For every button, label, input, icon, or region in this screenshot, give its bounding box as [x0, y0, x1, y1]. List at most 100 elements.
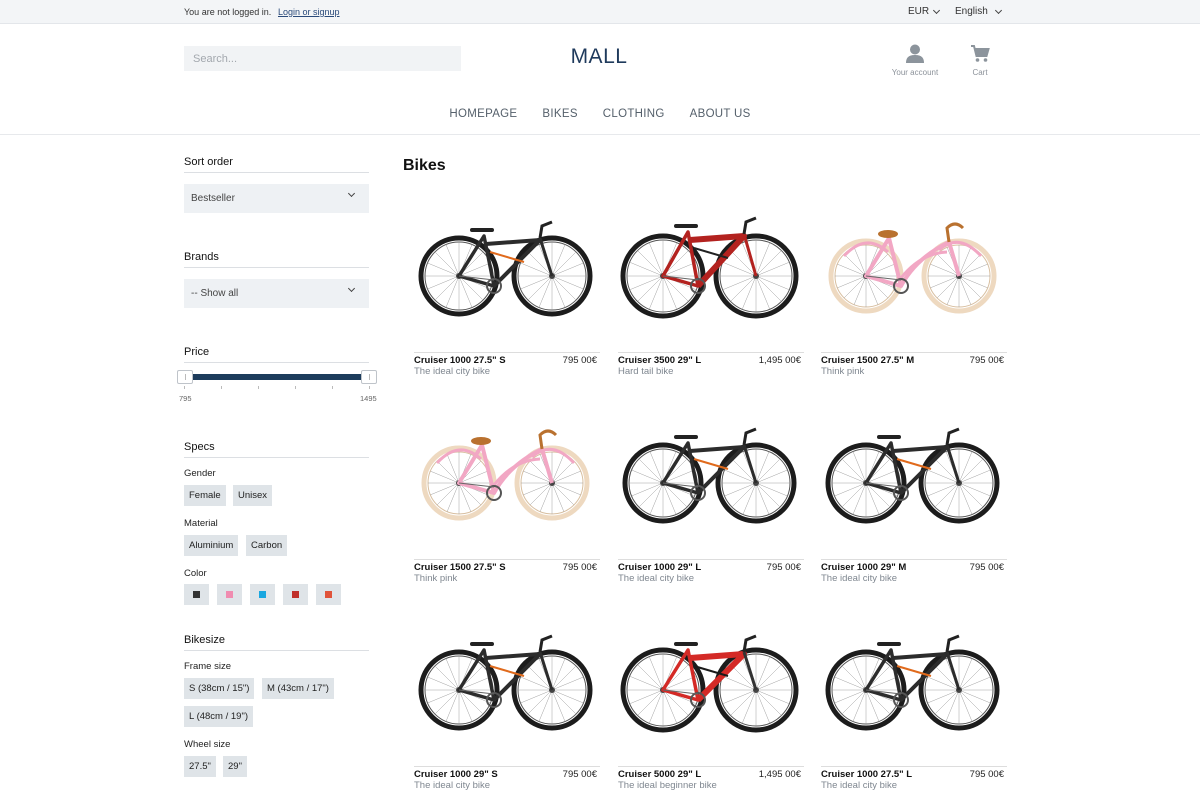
nav-bikes[interactable]: BIKES	[530, 108, 590, 120]
color-dot	[226, 591, 233, 598]
filter-wheel-27-5[interactable]: 27.5"	[184, 756, 216, 777]
filter-frame-s[interactable]: S (38cm / 15")	[184, 678, 255, 699]
filter-color-pink[interactable]	[217, 584, 242, 605]
filter-color-blue[interactable]	[250, 584, 275, 605]
product-name: Cruiser 3500 29" L	[618, 355, 702, 366]
site-logo[interactable]: MALL	[560, 45, 638, 69]
language-value: English	[955, 6, 988, 17]
divider	[618, 352, 804, 353]
slider-tick	[369, 386, 370, 389]
product-card[interactable]: Cruiser 5000 29" L 1,495 00€ The ideal b…	[618, 612, 804, 800]
filter-material-aluminium[interactable]: Aluminium	[184, 535, 239, 556]
specs-heading: Specs	[184, 441, 369, 458]
currency-dropdown[interactable]: EUR	[908, 6, 941, 17]
product-card[interactable]: Cruiser 1000 29" S 795 00€ The ideal cit…	[414, 612, 600, 800]
price-heading: Price	[184, 346, 369, 363]
filter-color-red[interactable]	[283, 584, 308, 605]
product-price: 795 00€	[562, 562, 597, 573]
gender-label: Gender	[184, 468, 216, 479]
filter-gender-female[interactable]: Female	[184, 485, 226, 506]
brands-select[interactable]: -- Show all	[184, 279, 369, 308]
filter-material-carbon[interactable]: Carbon	[246, 535, 288, 556]
filter-frame-m[interactable]: M (43cm / 17")	[262, 678, 334, 699]
product-card[interactable]: Cruiser 1000 29" M 795 00€ The ideal cit…	[821, 405, 1007, 605]
fork-shape	[538, 237, 554, 277]
color-dot	[325, 591, 332, 598]
saddle-shape	[878, 230, 898, 238]
product-description: The ideal beginner bike	[618, 780, 717, 791]
product-description: Think pink	[821, 366, 865, 377]
language-dropdown[interactable]: English	[955, 6, 1002, 17]
product-price: 1,495 00€	[758, 769, 801, 780]
filter-gender-unisex[interactable]: Unisex	[233, 485, 273, 506]
product-image	[825, 634, 1000, 731]
account-button[interactable]: Your account	[886, 44, 944, 77]
saddle-shape	[471, 437, 491, 445]
product-image	[418, 220, 593, 317]
nav-clothing[interactable]: CLOTHING	[590, 108, 677, 120]
product-name: Cruiser 5000 29" L	[618, 769, 702, 780]
product-image	[421, 429, 590, 521]
sort-order-select[interactable]: Bestseller	[184, 184, 369, 213]
price-slider-track[interactable]	[184, 374, 370, 380]
product-price: 795 00€	[562, 769, 597, 780]
bikesize-heading: Bikesize	[184, 634, 369, 651]
product-card[interactable]: Cruiser 3500 29" L 1,495 00€ Hard tail b…	[618, 198, 804, 398]
top-bar: You are not logged in. Login or signup E…	[0, 0, 1200, 24]
cart-icon	[971, 45, 990, 62]
product-name: Cruiser 1000 27.5" L	[821, 769, 913, 780]
divider	[821, 766, 1007, 767]
filter-wheel-29[interactable]: 29"	[223, 756, 247, 777]
product-card[interactable]: Cruiser 1500 27.5" M 795 00€ Think pink	[821, 198, 1007, 398]
product-price: 795 00€	[969, 355, 1004, 366]
slider-tick	[221, 386, 222, 389]
page-title: Bikes	[403, 157, 446, 174]
product-card[interactable]: Cruiser 1500 27.5" S 795 00€ Think pink	[414, 405, 600, 605]
chevron-down-icon	[347, 189, 356, 198]
product-description: Hard tail bike	[618, 366, 674, 377]
product-image	[620, 216, 799, 319]
product-card[interactable]: Cruiser 1000 29" L 795 00€ The ideal cit…	[618, 405, 804, 605]
material-label: Material	[184, 518, 218, 529]
divider	[618, 766, 804, 767]
color-dot	[193, 591, 200, 598]
product-description: The ideal city bike	[618, 573, 695, 584]
cart-button[interactable]: Cart	[962, 44, 998, 77]
currency-value: EUR	[908, 6, 930, 17]
price-min-value: 795	[179, 394, 192, 403]
filter-color-black[interactable]	[184, 584, 209, 605]
product-price: 795 00€	[562, 355, 597, 366]
product-price: 795 00€	[969, 562, 1004, 573]
slider-tick	[332, 386, 333, 389]
nav-homepage[interactable]: HOMEPAGE	[437, 108, 530, 120]
wheel-size-label: Wheel size	[184, 739, 231, 750]
divider	[821, 352, 1007, 353]
divider	[414, 766, 600, 767]
chevron-down-icon	[994, 6, 1002, 14]
product-image	[825, 427, 1000, 524]
chevron-down-icon	[933, 6, 941, 14]
product-card[interactable]: Cruiser 1000 27.5" L 795 00€ The ideal c…	[821, 612, 1007, 800]
product-name: Cruiser 1500 27.5" S	[414, 562, 506, 573]
nav-about-us[interactable]: ABOUT US	[677, 108, 763, 120]
sort-order-heading: Sort order	[184, 156, 369, 173]
product-card[interactable]: Cruiser 1000 27.5" S 795 00€ The ideal c…	[414, 198, 600, 398]
product-name: Cruiser 1000 29" L	[618, 562, 702, 573]
login-signup-link[interactable]: Login or signup	[278, 7, 340, 17]
product-image	[622, 427, 797, 524]
login-status-text: You are not logged in.	[184, 7, 272, 17]
filter-color-orange-red[interactable]	[316, 584, 341, 605]
price-slider-max-handle[interactable]	[361, 370, 377, 384]
price-slider-min-handle[interactable]	[177, 370, 193, 384]
fork-shape	[945, 651, 961, 691]
search-input[interactable]	[184, 46, 461, 71]
product-price: 795 00€	[766, 562, 801, 573]
divider	[618, 559, 804, 560]
fork-shape	[742, 651, 758, 691]
divider	[821, 559, 1007, 560]
fork-shape	[538, 651, 554, 691]
header-divider	[0, 134, 1200, 135]
filter-frame-l[interactable]: L (48cm / 19")	[184, 706, 253, 727]
product-description: The ideal city bike	[821, 573, 898, 584]
product-description: The ideal city bike	[414, 780, 491, 791]
